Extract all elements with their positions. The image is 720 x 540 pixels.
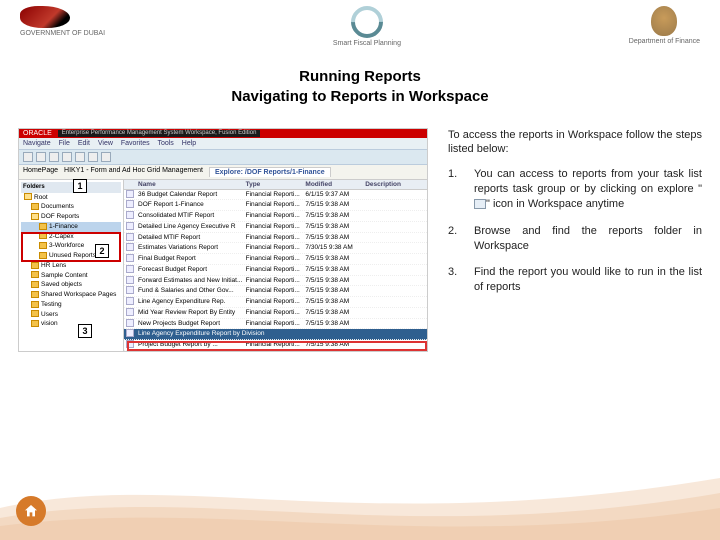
menu-edit[interactable]: Edit bbox=[78, 140, 90, 147]
toolbar-icon[interactable] bbox=[23, 152, 33, 162]
report-row[interactable]: Line Agency Expenditure Rep.Financial Re… bbox=[124, 297, 427, 308]
tree-item[interactable]: HR Lens bbox=[21, 261, 121, 271]
oracle-suite: Enterprise Performance Management System… bbox=[58, 130, 261, 137]
instructions-panel: To access the reports in Workspace follo… bbox=[448, 128, 702, 352]
col-name[interactable]: Name bbox=[138, 181, 246, 188]
report-row[interactable]: Detailed MTIF ReportFinancial Reporti...… bbox=[124, 233, 427, 244]
col-type[interactable]: Type bbox=[246, 181, 306, 188]
step-2: 2. Browse and find the reports folder in… bbox=[448, 224, 702, 254]
report-list[interactable]: Name Type Modified Description 36 Budget… bbox=[124, 180, 427, 351]
title-line2: Navigating to Reports in Workspace bbox=[0, 87, 720, 107]
workspace-toolbar bbox=[19, 150, 427, 165]
report-row[interactable]: Line Agency Expenditure Report by Divisi… bbox=[124, 329, 427, 340]
menu-view[interactable]: View bbox=[98, 140, 113, 147]
report-row[interactable]: Forecast Budget ReportFinancial Reporti.… bbox=[124, 265, 427, 276]
tree-heading: Folders bbox=[21, 182, 121, 193]
report-row[interactable]: Mid Year Review Report By EntityFinancia… bbox=[124, 308, 427, 319]
instructions-intro: To access the reports in Workspace follo… bbox=[448, 128, 702, 158]
report-row[interactable]: New Projects Budget ReportFinancial Repo… bbox=[124, 319, 427, 330]
home-button[interactable] bbox=[16, 496, 46, 526]
dof-logo: Department of Finance bbox=[629, 6, 700, 45]
tree-item[interactable]: Sample Content bbox=[21, 271, 121, 281]
list-header: Name Type Modified Description bbox=[124, 180, 427, 190]
report-row[interactable]: DOF Report 1-FinanceFinancial Reporti...… bbox=[124, 200, 427, 211]
footer-wave bbox=[0, 458, 720, 540]
step-3: 3. Find the report you would like to run… bbox=[448, 265, 702, 295]
title-line1: Running Reports bbox=[0, 67, 720, 87]
oracle-brand: ORACLE bbox=[23, 130, 52, 137]
workspace-screenshot: ORACLE Enterprise Performance Management… bbox=[18, 128, 428, 352]
tree-item[interactable]: Documents bbox=[21, 202, 121, 212]
toolbar-icon[interactable] bbox=[101, 152, 111, 162]
tab-strip: HomePage HIKY1 - Form and Ad Hoc Grid Ma… bbox=[19, 165, 427, 180]
toolbar-icon[interactable] bbox=[62, 152, 72, 162]
tree-item[interactable]: Shared Workspace Pages bbox=[21, 290, 121, 300]
menu-file[interactable]: File bbox=[59, 140, 70, 147]
slide-title: Running Reports Navigating to Reports in… bbox=[0, 67, 720, 108]
folder-tree[interactable]: Folders RootDocumentsDOF Reports1-Financ… bbox=[19, 180, 124, 351]
dof-caption: Department of Finance bbox=[629, 38, 700, 45]
tree-item[interactable]: vision bbox=[21, 319, 121, 329]
callout-1: 1 bbox=[73, 179, 87, 193]
menu-navigate[interactable]: Navigate bbox=[23, 140, 51, 147]
page-header: GOVERNMENT OF DUBAI Smart Fiscal Plannin… bbox=[0, 0, 720, 55]
report-row[interactable]: Consolidated MTIF ReportFinancial Report… bbox=[124, 211, 427, 222]
col-modified[interactable]: Modified bbox=[305, 181, 365, 188]
toolbar-icon[interactable] bbox=[88, 152, 98, 162]
report-row[interactable]: Detailed Line Agency Executive RFinancia… bbox=[124, 222, 427, 233]
report-row[interactable]: Fund & Salaries and Other Gov...Financia… bbox=[124, 286, 427, 297]
col-description[interactable]: Description bbox=[365, 181, 425, 188]
gov-dubai-logo: GOVERNMENT OF DUBAI bbox=[20, 6, 105, 37]
callout-3: 3 bbox=[78, 324, 92, 338]
workspace-menubar[interactable]: Navigate File Edit View Favorites Tools … bbox=[19, 138, 427, 150]
menu-tools[interactable]: Tools bbox=[157, 140, 173, 147]
callout-2: 2 bbox=[95, 244, 109, 258]
menu-favorites[interactable]: Favorites bbox=[121, 140, 150, 147]
tree-item[interactable]: Saved objects bbox=[21, 280, 121, 290]
tree-item[interactable]: Root bbox=[21, 193, 121, 203]
report-row[interactable]: Estimates Variations ReportFinancial Rep… bbox=[124, 243, 427, 254]
tab-forms[interactable]: HIKY1 - Form and Ad Hoc Grid Management bbox=[64, 167, 203, 177]
report-row[interactable]: Forward Estimates and New Initiat...Fina… bbox=[124, 276, 427, 287]
menu-help[interactable]: Help bbox=[182, 140, 196, 147]
report-row[interactable]: 36 Budget Calendar ReportFinancial Repor… bbox=[124, 190, 427, 201]
tree-item[interactable]: 1-Finance bbox=[21, 222, 121, 232]
explore-icon[interactable] bbox=[36, 152, 46, 162]
tree-item[interactable]: Users bbox=[21, 310, 121, 320]
gov-dubai-caption: GOVERNMENT OF DUBAI bbox=[20, 30, 105, 37]
toolbar-icon[interactable] bbox=[49, 152, 59, 162]
explore-icon bbox=[474, 199, 486, 209]
tab-explore[interactable]: Explore: /DOF Reports/1-Finance bbox=[209, 167, 331, 177]
tab-homepage[interactable]: HomePage bbox=[23, 167, 58, 177]
step-1: 1. You can access to reports from your t… bbox=[448, 167, 702, 212]
tree-item[interactable]: Testing bbox=[21, 300, 121, 310]
tree-item[interactable]: 2-Capex bbox=[21, 232, 121, 242]
smart-fiscal-logo: Smart Fiscal Planning bbox=[333, 6, 401, 47]
toolbar-icon[interactable] bbox=[75, 152, 85, 162]
report-row[interactable]: Final Budget ReportFinancial Reporti...7… bbox=[124, 254, 427, 265]
report-row[interactable]: Project Budget Report by ...Financial Re… bbox=[124, 340, 427, 351]
home-icon bbox=[23, 503, 39, 519]
smart-fiscal-caption: Smart Fiscal Planning bbox=[333, 40, 401, 47]
tree-item[interactable]: DOF Reports bbox=[21, 212, 121, 222]
